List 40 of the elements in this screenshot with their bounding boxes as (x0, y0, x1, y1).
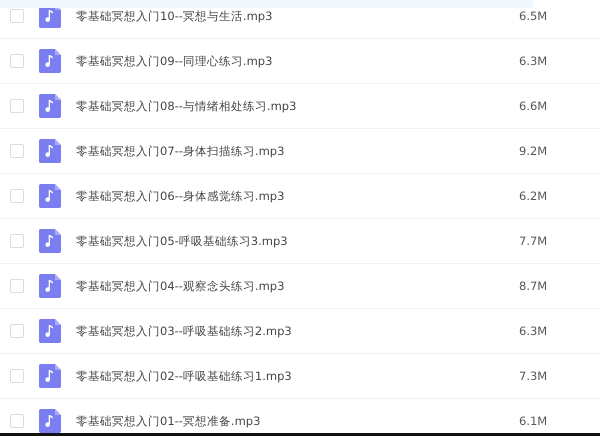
file-name[interactable]: 零基础冥想入门02--呼吸基础练习1.mp3 (76, 368, 519, 384)
file-name[interactable]: 零基础冥想入门06--身体感觉练习.mp3 (76, 188, 519, 204)
music-file-icon (39, 409, 61, 433)
music-file-icon (39, 8, 61, 28)
file-size: 9.2M (519, 144, 548, 158)
checkbox[interactable] (10, 54, 24, 68)
file-size: 6.1M (519, 414, 548, 428)
checkbox[interactable] (10, 99, 24, 113)
file-name[interactable]: 零基础冥想入门09--同理心练习.mp3 (76, 54, 519, 68)
file-size: 6.3M (519, 54, 548, 68)
file-name[interactable]: 零基础冥想入门05-呼吸基础练习3.mp3 (76, 234, 519, 248)
file-name[interactable]: 零基础冥想入门08--与情绪相处练习.mp3 (76, 98, 519, 114)
music-file-icon (39, 229, 61, 253)
checkbox[interactable] (10, 234, 24, 248)
music-file-icon (39, 274, 61, 298)
checkbox[interactable] (10, 324, 24, 338)
checkbox[interactable] (10, 189, 24, 203)
file-size: 6.5M (519, 9, 548, 23)
file-size: 6.3M (519, 324, 548, 338)
checkbox[interactable] (10, 144, 24, 158)
music-file-icon (39, 184, 61, 208)
file-size: 7.7M (519, 234, 548, 248)
music-file-icon (39, 139, 61, 163)
file-name[interactable]: 零基础冥想入门04--观察念头练习.mp3 (76, 278, 519, 294)
file-name[interactable]: 零基础冥想入门07--身体扫描练习.mp3 (76, 144, 519, 158)
file-name[interactable]: 零基础冥想入门01--冥想准备.mp3 (76, 414, 519, 428)
checkbox[interactable] (10, 414, 24, 428)
music-file-icon (39, 364, 61, 388)
file-size: 6.6M (519, 99, 548, 113)
file-size: 8.7M (519, 279, 548, 293)
file-name[interactable]: 零基础冥想入门10--冥想与生活.mp3 (76, 8, 519, 24)
music-file-icon (39, 49, 61, 73)
file-name[interactable]: 零基础冥想入门03--呼吸基础练习2.mp3 (76, 324, 519, 338)
music-file-icon (39, 319, 61, 343)
checkbox[interactable] (10, 369, 24, 383)
file-size: 7.3M (519, 369, 548, 383)
checkbox[interactable] (10, 279, 24, 293)
music-file-icon (39, 94, 61, 118)
file-size: 6.2M (519, 189, 548, 203)
checkbox[interactable] (10, 9, 24, 23)
